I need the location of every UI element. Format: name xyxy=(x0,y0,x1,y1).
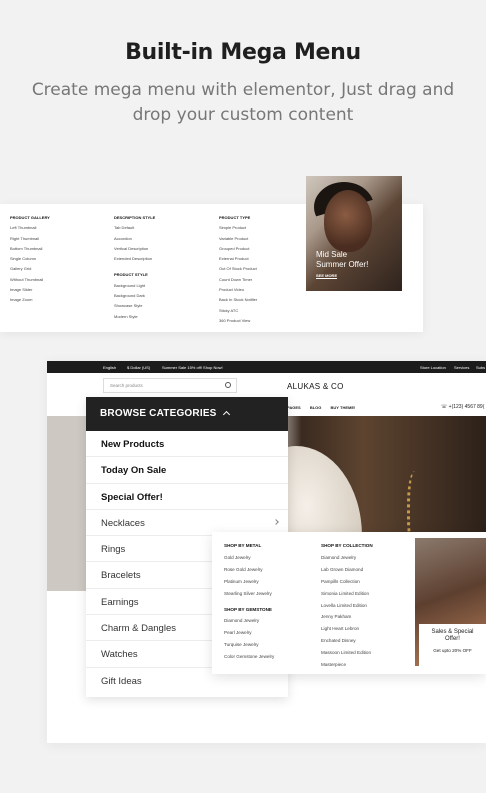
menu-item[interactable]: Rose Gold Jewelry xyxy=(224,564,274,576)
promo-line-2: Summer Offer! xyxy=(316,260,369,269)
nav-item-blog[interactable]: BLOG xyxy=(310,405,322,410)
menu-item[interactable]: Bottom Thumbnail xyxy=(10,244,50,254)
menu-item[interactable]: Vertical Description xyxy=(114,244,155,254)
menu-item[interactable]: Gallery Grid xyxy=(10,264,50,274)
model-face-image xyxy=(324,190,372,252)
column-heading: Product Style xyxy=(114,272,148,278)
menu-item[interactable]: Single Column xyxy=(10,254,50,264)
menu-item[interactable]: Left Thumbnail xyxy=(10,223,50,233)
currency-select[interactable]: $ Dollar (US) xyxy=(127,365,150,370)
services-link[interactable]: Services xyxy=(454,365,469,370)
column-heading: Shop By Collection xyxy=(321,543,373,548)
menu-item[interactable]: Accordion xyxy=(114,234,155,244)
menu-item[interactable]: Enchated Disney xyxy=(321,635,373,647)
store-location-link[interactable]: Store Location xyxy=(420,365,446,370)
main-nav: PAGES BLOG BUY THEME! xyxy=(287,405,363,410)
menu-item[interactable]: Image Zoom xyxy=(10,295,50,305)
menu-item[interactable]: Turquise Jewelry xyxy=(224,639,274,651)
menu-item[interactable]: Gold Jewelry xyxy=(224,552,274,564)
category-label: Necklaces xyxy=(101,517,145,529)
menu-item[interactable]: External Product xyxy=(219,254,257,264)
brand-logo[interactable]: ALUKAS & CO xyxy=(287,382,344,391)
chevron-up-icon xyxy=(222,410,230,419)
menu-item[interactable]: Background Dark xyxy=(114,291,155,301)
column-heading: Shop By Metal xyxy=(224,543,262,548)
browse-categories-title: BROWSE CATEGORIES xyxy=(100,408,217,419)
menu-item[interactable]: Platinum Jewelry xyxy=(224,576,274,588)
promo-line-2: Offer! xyxy=(445,636,460,642)
mega-column-description-style: Description Style Tab Default Accordion … xyxy=(114,213,155,322)
menu-item[interactable]: 360 Product View xyxy=(219,316,257,326)
promo-line-1: Sales & Special xyxy=(431,629,474,635)
menu-item[interactable]: Without Thumbnail xyxy=(10,275,50,285)
subscribe-link[interactable]: Subs xyxy=(476,365,485,370)
promo-line-1: Mid Sale xyxy=(316,250,348,259)
search-input[interactable]: Search products xyxy=(103,378,237,393)
top-bar: English $ Dollar (US) Summer Sale 15% of… xyxy=(47,361,486,373)
menu-item[interactable]: Pampills Collection xyxy=(321,576,373,588)
menu-item[interactable]: Stearling Silver Jewelry xyxy=(224,588,274,600)
menu-item[interactable]: Pearl Jewelry xyxy=(224,627,274,639)
menu-item[interactable]: Massoon Limited Edition xyxy=(321,647,373,659)
mega-column-shop-by-collection: Shop By Collection Diamond Jewelry Lab G… xyxy=(321,540,373,671)
nav-item-buy-theme[interactable]: BUY THEME! xyxy=(331,405,356,410)
browse-categories-toggle[interactable]: BROWSE CATEGORIES xyxy=(86,397,288,431)
language-select[interactable]: English xyxy=(103,365,116,370)
menu-item[interactable]: Simple Product xyxy=(219,223,257,233)
menu-item[interactable]: Right Thumbnail xyxy=(10,234,50,244)
search-icon[interactable] xyxy=(225,382,231,388)
column-heading: Product Gallery xyxy=(10,215,50,220)
phone-number-text: +(123) 4567 89( xyxy=(448,404,485,410)
mega-column-shop-by-metal: Shop By Metal Gold Jewelry Rose Gold Jew… xyxy=(224,540,274,663)
promo-headline: Mid Sale Summer Offer! xyxy=(316,250,368,270)
menu-item[interactable]: Out Of Stock Product xyxy=(219,264,257,274)
menu-item[interactable]: Diamond Jewelry xyxy=(321,552,373,564)
promo-banner-summer[interactable]: Mid Sale Summer Offer! SEE MORE xyxy=(306,176,402,291)
menu-item[interactable]: Modern Style xyxy=(114,312,155,322)
mega-column-product-type: Product Type Simple Product Variable Pro… xyxy=(219,213,257,326)
menu-item[interactable]: Lab Grown Diamond xyxy=(321,564,373,576)
top-promo-text[interactable]: Summer Sale 15% off! Shop Now! xyxy=(162,365,223,370)
menu-item[interactable]: Grouped Product xyxy=(219,244,257,254)
see-more-link[interactable]: SEE MORE xyxy=(316,273,338,279)
category-new-products[interactable]: New Products xyxy=(86,431,288,458)
menu-item[interactable]: Light Heart Lebron xyxy=(321,623,373,635)
category-special-offer[interactable]: Special Offer! xyxy=(86,484,288,510)
menu-item[interactable]: Jenny Pakham xyxy=(321,611,373,623)
menu-item[interactable]: Color Gemstone Jewelry xyxy=(224,651,274,663)
hero-subtitle: Create mega menu with elementor, Just dr… xyxy=(31,80,455,125)
search-placeholder: Search products xyxy=(110,383,143,388)
column-heading: Product Type xyxy=(219,215,251,220)
column-heading: Shop By Gemstone xyxy=(224,606,272,612)
menu-item[interactable]: Count Down Timer xyxy=(219,275,257,285)
promo-banner-sales[interactable]: Sales & Special Offer! Get upto 20% OFF xyxy=(415,538,486,666)
mega-column-product-gallery: Product Gallery Left Thumbnail Right Thu… xyxy=(10,213,50,306)
menu-item[interactable]: Product Video xyxy=(219,285,257,295)
category-today-on-sale[interactable]: Today On Sale xyxy=(86,457,288,484)
promo-subtext: Get upto 20% OFF xyxy=(433,648,472,653)
menu-item[interactable]: Variable Product xyxy=(219,234,257,244)
chevron-right-icon xyxy=(273,519,279,525)
menu-item[interactable]: Image Slider xyxy=(10,285,50,295)
menu-item[interactable]: Background Light xyxy=(114,281,155,291)
column-heading: Description Style xyxy=(114,215,156,220)
menu-item[interactable]: Lovella Limited Edition xyxy=(321,600,373,612)
promo-card: Sales & Special Offer! Get upto 20% OFF xyxy=(419,624,486,666)
phone-number[interactable]: ☏ +(123) 4567 89( xyxy=(441,404,484,410)
menu-item[interactable]: Showcase Style xyxy=(114,301,155,311)
menu-item[interactable]: Extended Description xyxy=(114,254,155,264)
menu-item[interactable]: Tab Default xyxy=(114,223,155,233)
necklaces-mega-panel: Shop By Metal Gold Jewelry Rose Gold Jew… xyxy=(212,532,486,674)
hero-title: Built-in Mega Menu xyxy=(125,40,361,65)
menu-item[interactable]: Simonia Limited Edition xyxy=(321,588,373,600)
menu-item[interactable]: Diamond Jewelry xyxy=(224,615,274,627)
menu-item[interactable]: Masterpiece xyxy=(321,659,373,671)
menu-item[interactable]: Back In Stock Notifier xyxy=(219,295,257,305)
nav-item-pages[interactable]: PAGES xyxy=(287,405,301,410)
menu-item[interactable]: Sticky ATC xyxy=(219,306,257,316)
